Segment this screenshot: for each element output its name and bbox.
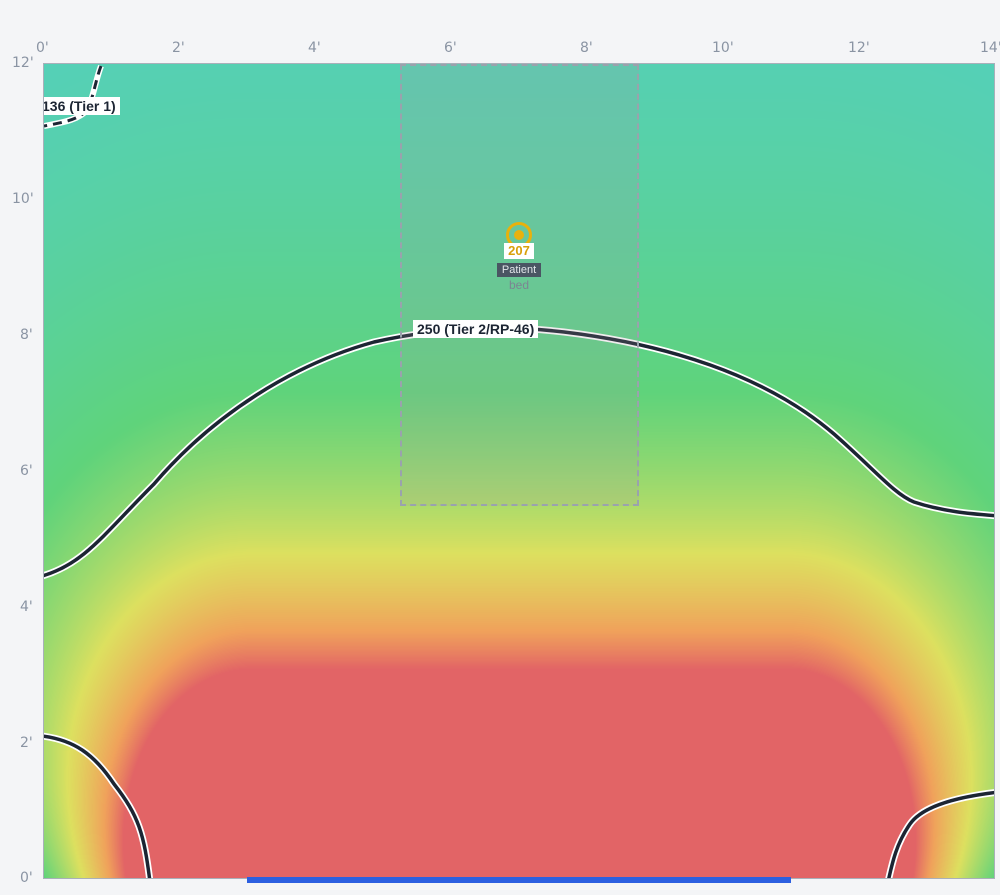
y-tick-label: 10' <box>12 191 34 207</box>
x-tick-label: 0' <box>36 40 49 56</box>
tier2-contour-label: 250 (Tier 2/RP-46) <box>413 320 539 338</box>
y-tick-label: 0' <box>20 870 33 886</box>
x-tick-label: 14' <box>980 40 1000 56</box>
sensor-value-badge: 207 <box>504 243 534 259</box>
x-tick-label: 10' <box>712 40 734 56</box>
heatmap-plot-area[interactable]: 207 Patient bed 136 (Tier 1) 250 (Tier 2… <box>43 63 995 879</box>
x-tick-label: 4' <box>308 40 321 56</box>
tier2-contour-left-lobe-halo <box>44 732 154 878</box>
x-tick-label: 12' <box>848 40 870 56</box>
bed-caption: bed <box>508 278 530 292</box>
tier2-contour-right-lobe <box>887 790 994 878</box>
x-tick-label: 2' <box>172 40 185 56</box>
y-tick-label: 8' <box>20 327 33 343</box>
y-tick-label: 4' <box>20 599 33 615</box>
patient-tag: Patient <box>497 263 541 277</box>
y-tick-label: 6' <box>20 463 33 479</box>
x-tick-label: 8' <box>580 40 593 56</box>
y-tick-label: 2' <box>20 735 33 751</box>
source-indicator-bar <box>247 877 791 883</box>
y-tick-label: 12' <box>12 55 34 71</box>
tier1-contour-label: 136 (Tier 1) <box>44 97 120 115</box>
heatmap-view: 0' 2' 4' 6' 8' 10' 12' 14' 12' 10' 8' 6'… <box>0 0 1000 895</box>
x-tick-label: 6' <box>444 40 457 56</box>
